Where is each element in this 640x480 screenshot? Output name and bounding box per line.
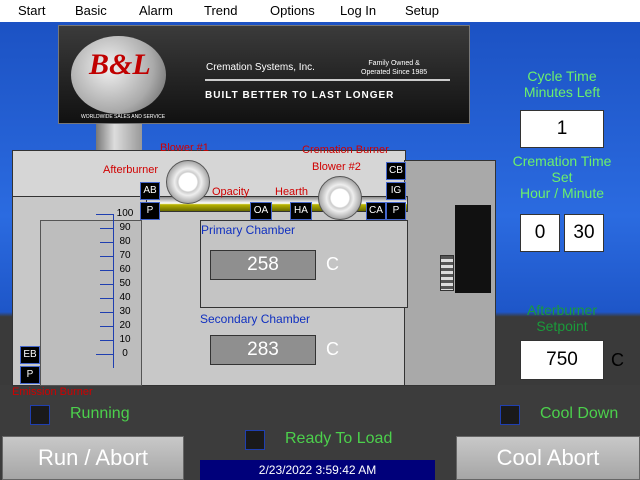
scale-tick xyxy=(100,298,114,299)
logo-family-text: Family Owned & Operated Since 1985 xyxy=(361,60,428,76)
cool-down-label: Cool Down xyxy=(540,405,619,422)
menu-login[interactable]: Log In xyxy=(340,3,376,18)
menu-start[interactable]: Start xyxy=(18,3,45,18)
cycle-time-field[interactable]: 1 xyxy=(520,110,604,148)
menu-alarm[interactable]: Alarm xyxy=(139,3,173,18)
secondary-chamber-label: Secondary Chamber xyxy=(200,312,311,326)
scale-label: 40 xyxy=(119,292,131,303)
primary-chamber-temp: 258 xyxy=(210,250,316,280)
emission-pilot-tag[interactable]: P xyxy=(20,366,40,384)
scale-label: 100 xyxy=(116,208,134,219)
scale-tick xyxy=(96,354,114,355)
blower-2-label: Blower #2 xyxy=(312,161,361,173)
combustion-air-tag[interactable]: CA xyxy=(366,202,386,220)
cycle-time-title: Cycle Time Minutes Left xyxy=(523,68,601,100)
scale-tick xyxy=(100,228,114,229)
cremation-burner-label: Cremation Burner xyxy=(302,144,389,156)
running-label: Running xyxy=(70,405,130,422)
afterburner-pilot-tag[interactable]: P xyxy=(140,202,160,220)
primary-chamber-unit: C xyxy=(326,254,339,274)
logo-divider xyxy=(205,79,450,81)
scale-label: 50 xyxy=(119,278,131,289)
opacity-label: Opacity xyxy=(212,186,250,198)
scale-tick xyxy=(100,242,114,243)
company-logo-banner: B&L WORLDWIDE SALES AND SERVICE Crematio… xyxy=(58,25,470,124)
logo-slogan: BUILT BETTER TO LAST LONGER xyxy=(205,90,395,101)
igniter-tag[interactable]: IG xyxy=(386,182,406,200)
scale-tick xyxy=(100,270,114,271)
cremation-burner-tag[interactable]: CB xyxy=(386,162,406,180)
cremation-hour-field[interactable]: 0 xyxy=(520,214,560,252)
afterburner-setpoint-title: Afterburner Setpoint xyxy=(526,302,598,334)
emission-burner-tag[interactable]: EB xyxy=(20,346,40,364)
ready-to-load-label: Ready To Load xyxy=(285,430,393,447)
scale-tick xyxy=(100,256,114,257)
cool-abort-button[interactable]: Cool Abort xyxy=(456,436,640,480)
scale-tick xyxy=(96,214,114,215)
brand-mark: B&L xyxy=(89,48,151,81)
scale-label: 70 xyxy=(119,250,131,261)
opacity-alarm-tag[interactable]: OA xyxy=(250,202,272,220)
run-abort-button[interactable]: Run / Abort xyxy=(2,436,184,480)
emission-burner-label: Emission Burner xyxy=(12,386,93,398)
menu-options[interactable]: Options xyxy=(270,3,315,18)
hearth-alarm-tag[interactable]: HA xyxy=(290,202,312,220)
menu-bar: Start Basic Alarm Trend Options Log In S… xyxy=(0,0,640,22)
date-time-display: 2/23/2022 3:59:42 AM xyxy=(200,460,435,480)
afterburner-setpoint-field[interactable]: 750 xyxy=(520,340,604,380)
secondary-chamber-unit: C xyxy=(326,339,339,359)
secondary-chamber-temp: 283 xyxy=(210,335,316,365)
menu-setup[interactable]: Setup xyxy=(405,3,439,18)
blower-1-label: Blower #1 xyxy=(160,142,209,154)
scale-label: 80 xyxy=(119,236,131,247)
logo-company-name: Cremation Systems, Inc. xyxy=(206,62,315,73)
scale-tick xyxy=(100,284,114,285)
scale-label: 10 xyxy=(119,334,131,345)
scale-label: 0 xyxy=(122,348,128,359)
scale-label: 60 xyxy=(119,264,131,275)
afterburner-tag[interactable]: AB xyxy=(140,182,160,200)
ready-to-load-indicator xyxy=(245,430,265,450)
scale-label: 20 xyxy=(119,320,131,331)
primary-chamber-label: Primary Chamber xyxy=(201,223,296,237)
cool-down-indicator xyxy=(500,405,520,425)
scale-tick xyxy=(100,326,114,327)
cremation-pilot-tag[interactable]: P xyxy=(386,202,406,220)
door-vent xyxy=(455,205,491,293)
menu-trend[interactable]: Trend xyxy=(204,3,237,18)
scale-label: 30 xyxy=(119,306,131,317)
scale-label: 90 xyxy=(119,222,131,233)
scale-tick xyxy=(100,340,114,341)
afterburner-setpoint-unit: C xyxy=(611,350,624,370)
logo-worldwide-text: WORLDWIDE SALES AND SERVICE xyxy=(81,114,166,120)
louver-icon xyxy=(440,255,454,291)
blower-2-icon xyxy=(318,176,362,220)
hearth-label: Hearth xyxy=(275,186,309,198)
menu-basic[interactable]: Basic xyxy=(75,3,107,18)
blower-1-icon xyxy=(166,160,210,204)
cremation-minute-field[interactable]: 30 xyxy=(564,214,604,252)
afterburner-label: Afterburner xyxy=(103,164,159,176)
cremation-time-title: Cremation Time Set Hour / Minute xyxy=(512,153,612,201)
running-indicator xyxy=(30,405,50,425)
scale-tick xyxy=(100,312,114,313)
